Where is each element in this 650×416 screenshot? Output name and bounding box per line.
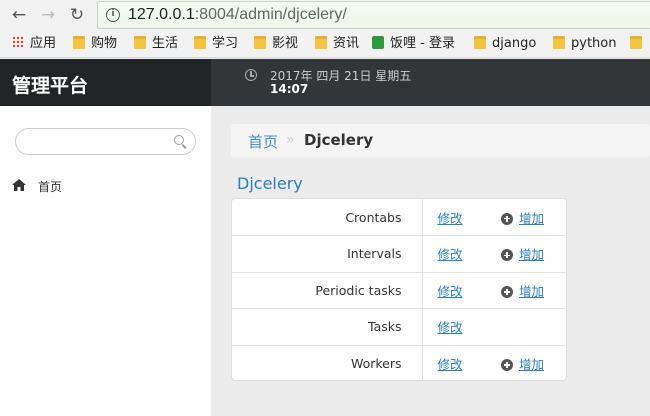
site-brand[interactable]: 管理平台 <box>0 59 211 106</box>
bookmark-folder[interactable]: 生活 <box>134 36 178 54</box>
bookmarks-bar: 应用 购物 生活 学习 影视 资讯 饭哩 - 登录 django python <box>0 30 650 58</box>
home-icon <box>12 179 26 191</box>
model-name: Intervals <box>347 246 402 262</box>
folder-icon <box>73 36 85 49</box>
add-link[interactable]: 增加 <box>519 284 544 299</box>
bookmark-folder[interactable]: python <box>553 36 616 54</box>
model-name: Periodic tasks <box>315 282 402 298</box>
reload-icon[interactable]: ↻ <box>66 4 88 26</box>
folder-icon <box>474 36 486 49</box>
folder-icon <box>254 36 266 49</box>
sidebar-search-input[interactable] <box>15 128 196 155</box>
bookmark-folder[interactable]: 购物 <box>73 36 117 54</box>
folder-icon <box>194 36 206 49</box>
bookmark-folder-overflow[interactable] <box>630 36 648 54</box>
back-arrow-icon[interactable]: ← <box>8 4 30 26</box>
add-icon[interactable] <box>501 249 513 262</box>
change-link[interactable]: 修改 <box>438 211 463 226</box>
fanli-logo-icon <box>372 36 384 49</box>
apps-grid-icon <box>12 36 24 49</box>
add-icon[interactable] <box>501 212 513 225</box>
breadcrumb-separator: » <box>286 132 295 148</box>
breadcrumb-home-link[interactable]: 首页 <box>248 131 278 152</box>
change-link[interactable]: 修改 <box>438 320 463 335</box>
bookmark-folder[interactable]: 资讯 <box>315 36 359 54</box>
add-icon[interactable] <box>501 285 513 298</box>
add-cell-empty <box>484 309 566 346</box>
breadcrumb-current: Djcelery <box>304 131 374 149</box>
folder-icon <box>553 36 565 49</box>
info-icon[interactable]: i <box>106 8 120 22</box>
table-row: Periodic tasks 修改 增加 <box>232 272 566 309</box>
search-icon[interactable] <box>174 135 184 145</box>
model-name: Crontabs <box>345 209 402 225</box>
table-row: Crontabs 修改 增加 <box>232 199 566 236</box>
change-link[interactable]: 修改 <box>438 284 463 299</box>
browser-toolbar: ← → ↻ i 127.0.0.1:8004/admin/djcelery/ <box>0 0 650 30</box>
bookmark-folder[interactable]: django <box>474 36 536 54</box>
change-link[interactable]: 修改 <box>438 247 463 262</box>
add-link[interactable]: 增加 <box>519 357 544 372</box>
table-row: Tasks 修改 <box>232 308 566 346</box>
change-link[interactable]: 修改 <box>438 357 463 372</box>
bookmark-folder[interactable]: 影视 <box>254 36 298 54</box>
add-link[interactable]: 增加 <box>519 247 544 262</box>
add-icon[interactable] <box>501 359 513 371</box>
app-title-link[interactable]: Djcelery <box>237 174 303 193</box>
bookmark-folder[interactable]: 学习 <box>194 36 238 54</box>
bookmark-apps[interactable]: 应用 <box>12 36 56 54</box>
clock-icon <box>245 69 257 81</box>
header-time: 14:07 <box>270 82 309 96</box>
forward-arrow-icon[interactable]: → <box>37 4 59 26</box>
sidebar-item-home[interactable]: 首页 <box>38 178 62 195</box>
url-text: 127.0.0.1:8004/admin/djcelery/ <box>128 6 347 23</box>
folder-icon <box>630 36 642 49</box>
address-bar[interactable]: i 127.0.0.1:8004/admin/djcelery/ <box>97 1 650 29</box>
table-row: Intervals 修改 增加 <box>232 235 566 272</box>
folder-icon <box>315 36 327 49</box>
model-name: Tasks <box>368 319 402 335</box>
table-row: Workers 修改 增加 <box>232 345 566 380</box>
bookmark-fanli[interactable]: 饭哩 - 登录 <box>372 36 455 54</box>
add-link[interactable]: 增加 <box>519 211 544 226</box>
model-list: Crontabs 修改 增加 Intervals 修改 增加 Periodic … <box>231 198 567 381</box>
model-name: Workers <box>350 356 402 371</box>
folder-icon <box>134 36 146 49</box>
